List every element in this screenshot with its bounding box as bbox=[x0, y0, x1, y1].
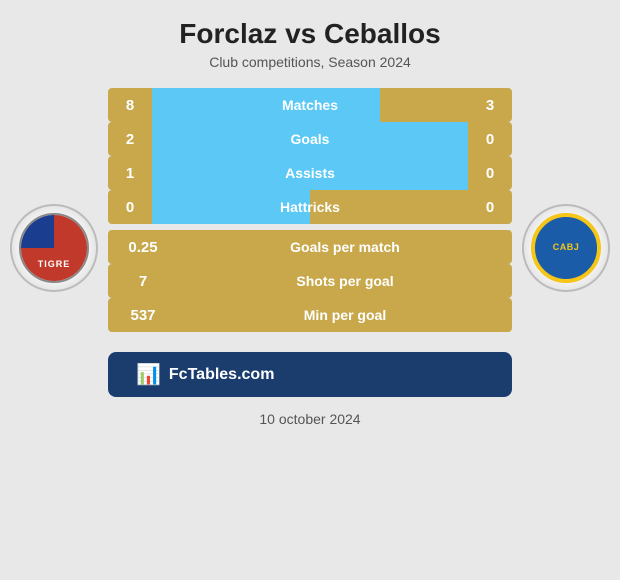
stats-container: 8 Matches 3 2 Goals 0 1 Assists 0 0 bbox=[98, 88, 522, 407]
team-right-abbr: CABJ bbox=[553, 242, 580, 254]
stat-left-value: 8 bbox=[108, 88, 152, 122]
page-subtitle: Club competitions, Season 2024 bbox=[209, 54, 411, 70]
single-stat-bar: Goals per match bbox=[178, 230, 512, 264]
single-stat-value: 7 bbox=[108, 264, 178, 298]
page-title: Forclaz vs Ceballos bbox=[179, 18, 440, 50]
team-left-abbr: TIGRE bbox=[38, 259, 71, 269]
comparison-area: TIGRE 8 Matches 3 2 Goals 0 1 Assists bbox=[10, 88, 610, 407]
fctables-label: FcTables.com bbox=[169, 366, 275, 384]
single-stat-row: 0.25 Goals per match bbox=[108, 230, 512, 264]
stat-row: 1 Assists 0 bbox=[108, 156, 512, 190]
stat-row: 0 Hattricks 0 bbox=[108, 190, 512, 224]
single-stat-bar: Shots per goal bbox=[178, 264, 512, 298]
stat-right-value: 0 bbox=[468, 122, 512, 156]
single-stat-label: Min per goal bbox=[304, 307, 386, 323]
team-left-logo: TIGRE bbox=[10, 204, 98, 292]
single-stat-label: Shots per goal bbox=[296, 273, 393, 289]
stat-label: Matches bbox=[282, 97, 338, 113]
team-right-logo: CABJ bbox=[522, 204, 610, 292]
stat-label: Hattricks bbox=[280, 199, 340, 215]
single-stat-value: 0.25 bbox=[108, 230, 178, 264]
stat-right-value: 0 bbox=[468, 156, 512, 190]
footer-date: 10 october 2024 bbox=[259, 411, 360, 427]
stat-bar-fill bbox=[152, 88, 380, 122]
stat-left-value: 1 bbox=[108, 156, 152, 190]
stat-left-value: 2 bbox=[108, 122, 152, 156]
single-stat-row: 537 Min per goal bbox=[108, 298, 512, 332]
chart-icon: 📊 bbox=[136, 362, 161, 387]
stat-right-value: 3 bbox=[468, 88, 512, 122]
single-stat-value: 537 bbox=[108, 298, 178, 332]
stat-row: 8 Matches 3 bbox=[108, 88, 512, 122]
single-stat-bar: Min per goal bbox=[178, 298, 512, 332]
single-stat-label: Goals per match bbox=[290, 239, 400, 255]
stat-left-value: 0 bbox=[108, 190, 152, 224]
fctables-banner[interactable]: 📊 FcTables.com bbox=[108, 352, 512, 397]
single-stat-row: 7 Shots per goal bbox=[108, 264, 512, 298]
stat-bar: Assists bbox=[152, 156, 468, 190]
stat-label: Goals bbox=[291, 131, 330, 147]
stat-label: Assists bbox=[285, 165, 335, 181]
stat-bar: Hattricks bbox=[152, 190, 468, 224]
stat-right-value: 0 bbox=[468, 190, 512, 224]
stat-bar: Matches bbox=[152, 88, 468, 122]
stat-bar: Goals bbox=[152, 122, 468, 156]
stat-row: 2 Goals 0 bbox=[108, 122, 512, 156]
